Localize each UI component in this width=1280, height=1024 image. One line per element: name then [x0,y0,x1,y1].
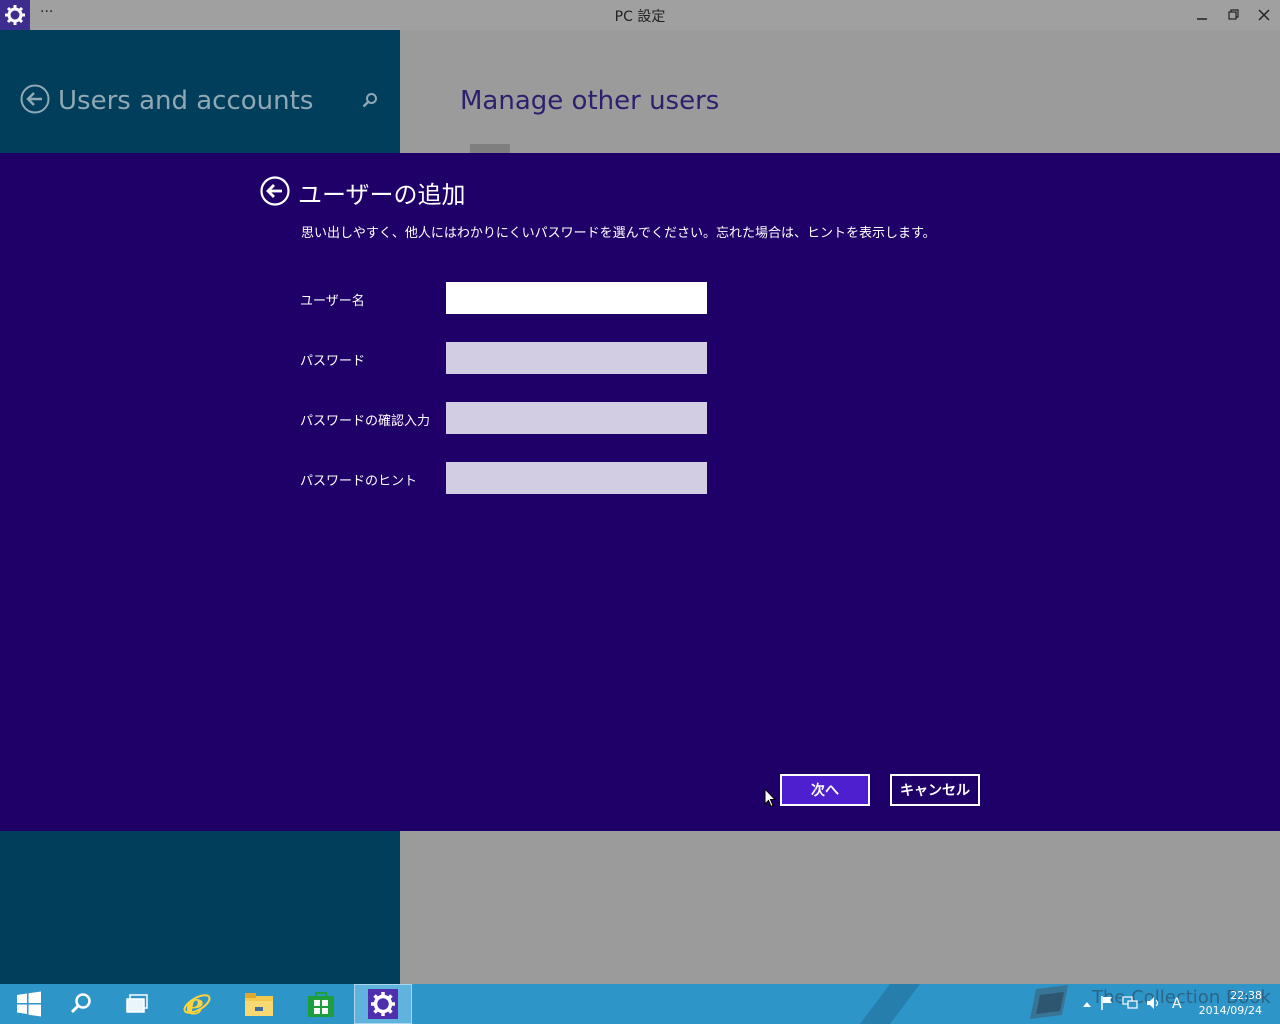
store-icon[interactable] [292,984,350,1024]
start-button[interactable] [0,984,58,1024]
mouse-cursor-icon [764,787,777,812]
dialog-title: ユーザーの追加 [298,181,466,209]
ime-indicator[interactable]: A [1172,996,1182,1012]
password-hint-label: パスワードのヒント [300,474,418,489]
dialog-description: 思い出しやすく、他人にはわかりにくいパスワードを選んでください。忘れた場合は、ヒ… [301,226,936,241]
clock-time: 22:38 [1230,989,1262,1002]
taskbar-clock[interactable]: 22:38 2014/09/24 [1199,988,1262,1018]
title-bar: ··· PC 設定 [0,0,1280,30]
task-view-icon[interactable] [108,984,166,1024]
search-icon[interactable] [362,92,378,112]
pc-settings-taskbar-icon[interactable] [354,984,412,1024]
volume-icon[interactable] [1146,996,1162,1013]
book-logo-icon [1028,984,1072,1024]
left-pane-title: Users and accounts [58,86,314,116]
password-confirm-label: パスワードの確認入力 [300,414,431,429]
back-arrow-icon[interactable] [260,175,290,210]
password-confirm-row: パスワードの確認入力 [300,402,720,434]
password-hint-input[interactable] [446,462,707,494]
tray-expand-icon[interactable] [1082,998,1092,1011]
left-pane-header: Users and accounts [20,84,313,118]
cancel-button[interactable]: キャンセル [890,774,980,806]
taskbar-stripe-decoration [860,984,920,1024]
close-button[interactable] [1252,5,1276,25]
minimize-button[interactable] [1190,5,1214,25]
restore-button[interactable] [1222,5,1246,25]
add-user-dialog: ユーザーの追加 思い出しやすく、他人にはわかりにくいパスワードを選んでください。… [0,153,1280,831]
action-center-flag-icon[interactable] [1100,995,1114,1014]
taskbar: e The Collection Book A 22:38 2014/09/24 [0,984,1280,1024]
window-title: PC 設定 [614,9,666,25]
password-row: パスワード [300,342,720,374]
username-label: ユーザー名 [300,294,365,309]
file-explorer-icon[interactable] [230,984,288,1024]
username-row: ユーザー名 [300,282,720,314]
system-tray: A [1028,984,1192,1024]
password-confirm-input[interactable] [446,402,707,434]
network-icon[interactable] [1122,995,1138,1013]
internet-explorer-icon[interactable]: e [168,984,226,1024]
clock-date: 2014/09/24 [1198,1004,1262,1017]
user-avatar-partial [470,144,510,153]
taskbar-search-icon[interactable] [52,984,110,1024]
next-button[interactable]: 次へ [780,774,870,806]
back-arrow-icon[interactable] [20,84,50,118]
password-input[interactable] [446,342,707,374]
username-input[interactable] [446,282,707,314]
password-label: パスワード [300,354,366,369]
dialog-header: ユーザーの追加 [260,175,466,210]
right-pane-title: Manage other users [460,86,720,116]
password-hint-row: パスワードのヒント [300,462,720,494]
